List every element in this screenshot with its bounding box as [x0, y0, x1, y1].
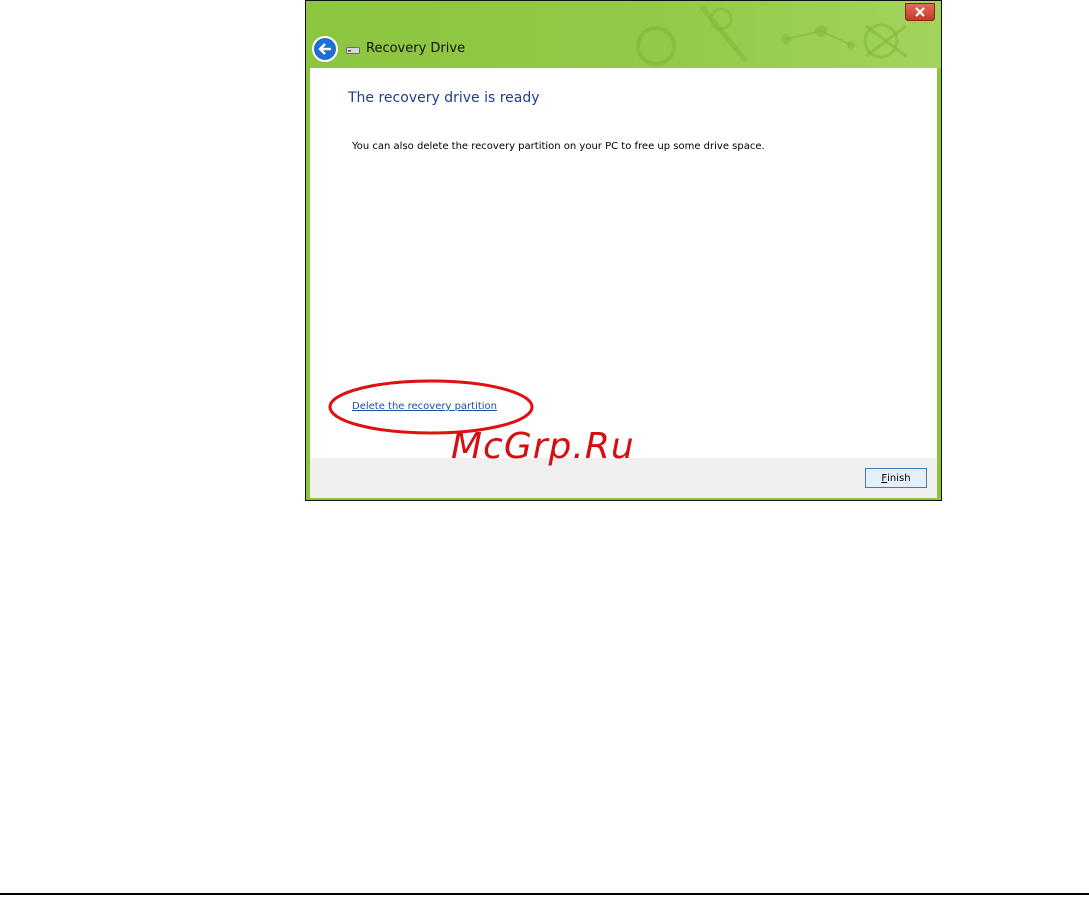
title-bar: Recovery Drive [306, 1, 941, 68]
back-button[interactable] [312, 36, 338, 62]
finish-label: inish [887, 472, 911, 484]
close-icon [915, 7, 925, 17]
drive-icon [346, 47, 360, 54]
titlebar-decoration [636, 4, 907, 66]
content-area: The recovery drive is ready You can also… [310, 68, 937, 458]
close-button[interactable] [905, 3, 935, 21]
page-heading: The recovery drive is ready [348, 90, 540, 106]
watermark-text: McGrp.Ru [451, 426, 635, 467]
description-text: You can also delete the recovery partiti… [352, 141, 765, 152]
window-title: Recovery Drive [366, 41, 466, 56]
delete-recovery-partition-link[interactable]: Delete the recovery partition [352, 401, 497, 412]
back-arrow-icon [318, 43, 331, 55]
page-divider [0, 893, 1089, 895]
finish-button[interactable]: Finish [865, 468, 927, 488]
